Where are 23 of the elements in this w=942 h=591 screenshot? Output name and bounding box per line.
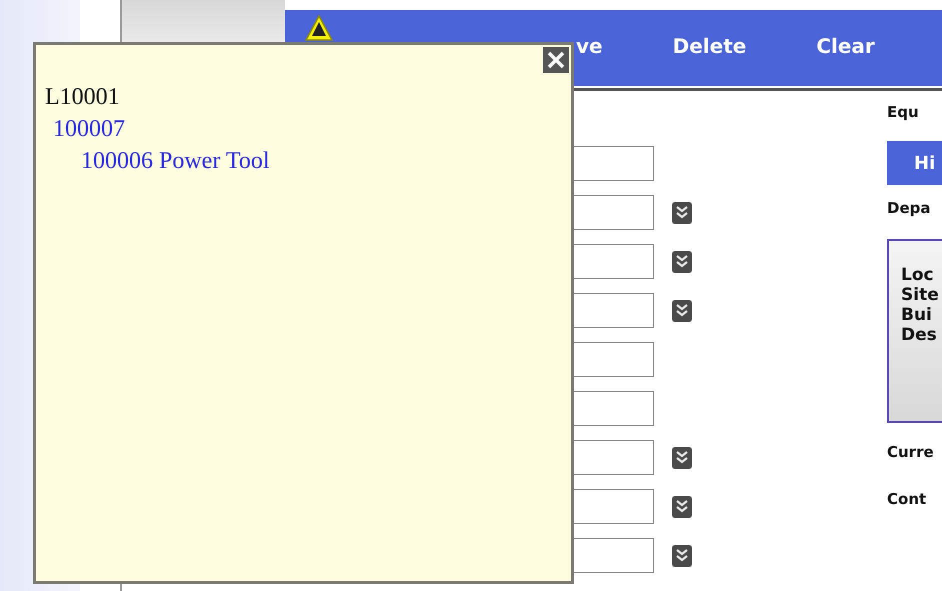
tree-node[interactable]: L10001 xyxy=(45,81,571,113)
dropdown-icon[interactable] xyxy=(672,202,692,224)
dropdown-icon[interactable] xyxy=(672,446,692,468)
field-label: Equ xyxy=(887,103,920,121)
dropdown-icon[interactable] xyxy=(672,300,692,322)
location-text: Des xyxy=(901,325,938,345)
tab-button[interactable]: Hi xyxy=(887,141,942,185)
location-text: Loc xyxy=(901,265,935,285)
dropdown-icon[interactable] xyxy=(672,496,692,518)
location-text: Bui xyxy=(901,305,933,325)
tree-node[interactable]: 100007 xyxy=(45,113,571,145)
field-label: Depa xyxy=(887,199,932,217)
field-label: Curre xyxy=(887,443,935,461)
tree-node[interactable]: 100006 Power Tool xyxy=(45,145,571,177)
dropdown-icon[interactable] xyxy=(672,250,692,272)
toolbar-button[interactable]: Clear xyxy=(816,34,875,58)
toolbar-button[interactable]: Delete xyxy=(672,34,746,58)
dropdown-icon[interactable] xyxy=(672,544,692,566)
toolbar-button[interactable]: ve xyxy=(576,34,603,58)
warning-icon xyxy=(305,15,333,41)
field-label: Cont xyxy=(887,490,928,508)
close-icon[interactable] xyxy=(543,47,569,73)
location-text: Site xyxy=(901,285,940,305)
